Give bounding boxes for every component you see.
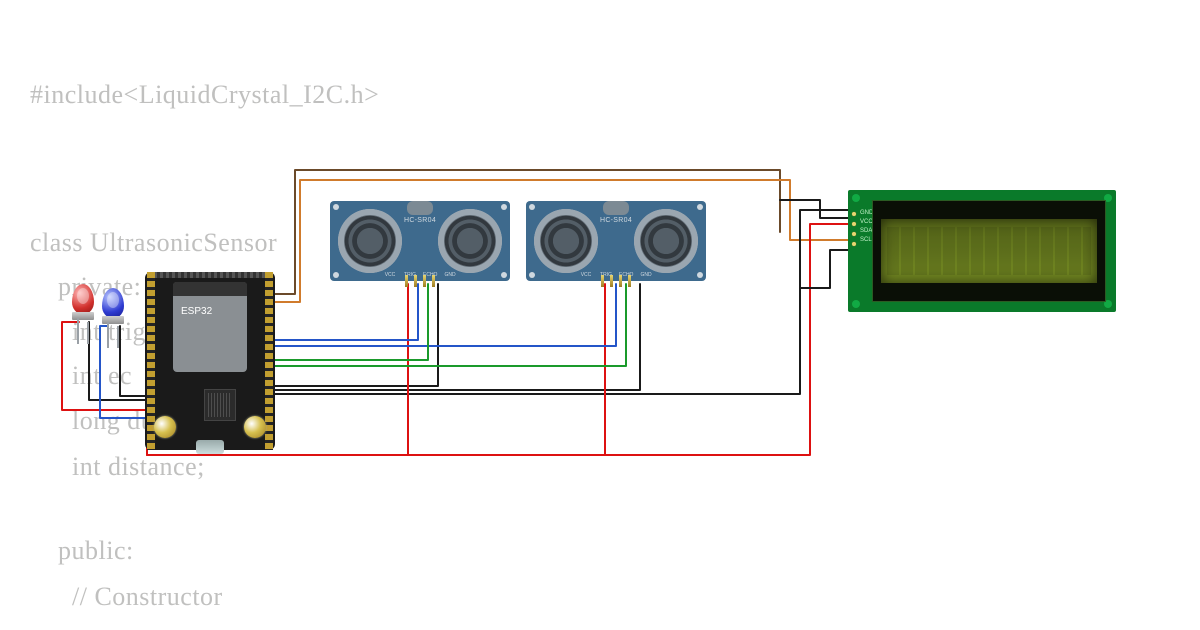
ultrasonic-pins [601,275,631,287]
ultrasonic-sensor-2: HC-SR04 VCCTRIGECHOGND [526,201,706,281]
ultrasonic-pins [405,275,435,287]
code-line-constructor: // Constructor [30,582,223,612]
code-line-duration: long du [30,406,154,436]
esp32-board: ESP32 [145,272,275,450]
ultrasonic-label: HC-SR04 [404,217,436,224]
lcd-i2c-module: GNDVCCSDASCL [848,190,1116,312]
esp32-en-button [244,416,266,438]
ultrasonic-label: HC-SR04 [600,217,632,224]
lcd-screen [872,200,1106,302]
ultrasonic-receiver [438,209,502,273]
ultrasonic-transmitter [338,209,402,273]
esp32-pins-right [265,272,273,450]
esp32-label: ESP32 [181,306,212,317]
crystal-icon [603,201,629,215]
esp32-shield: ESP32 [173,282,247,372]
crystal-icon [407,201,433,215]
ultrasonic-sensor-1: HC-SR04 VCCTRIGECHOGND [330,201,510,281]
lcd-display-area [881,219,1097,283]
diagram-canvas: #include<LiquidCrystal_I2C.h> class Ultr… [0,0,1200,630]
led-blue [102,288,124,318]
code-line-echo: int ec [30,361,132,391]
code-line-public: public: [30,536,134,566]
esp32-boot-button [154,416,176,438]
ultrasonic-transmitter [534,209,598,273]
esp32-usb-port [196,440,224,454]
code-line-class: class UltrasonicSensor [30,228,277,258]
code-line-distance: int distance; [30,452,205,482]
ultrasonic-receiver [634,209,698,273]
esp32-mcu-chip [205,390,235,420]
esp32-antenna [173,282,247,296]
led-red [72,284,94,314]
code-line-include: #include<LiquidCrystal_I2C.h> [30,80,379,110]
lcd-i2c-pins [852,212,856,246]
